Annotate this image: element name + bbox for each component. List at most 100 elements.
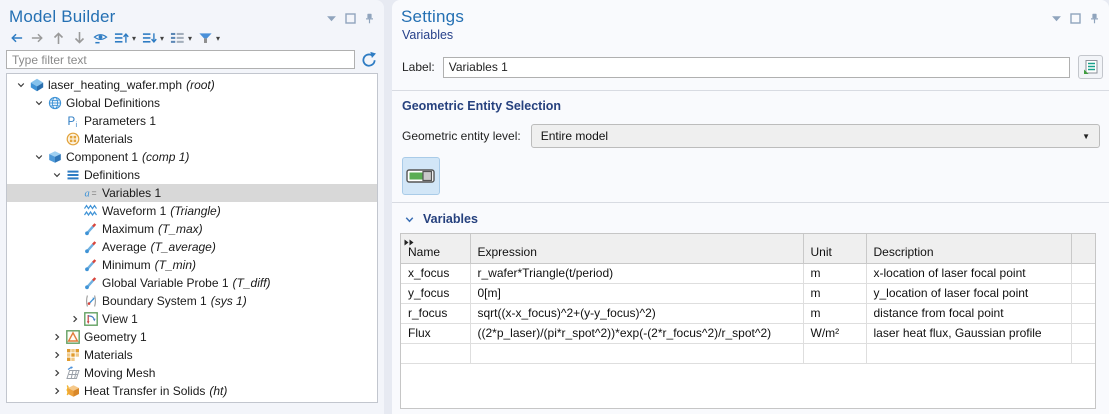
arrow-left-icon[interactable] (7, 30, 25, 46)
cell-description[interactable]: y_location of laser focal point (866, 283, 1071, 303)
tree-item-tag: (T_min) (155, 258, 196, 272)
label-options-button[interactable] (1078, 55, 1103, 79)
cell-name[interactable]: y_focus (401, 283, 470, 303)
arrow-right-icon[interactable] (28, 30, 46, 46)
cell-unit[interactable]: m (803, 263, 866, 283)
pin-icon[interactable] (363, 12, 375, 24)
tree-item-global-variable-probe-1[interactable]: Global Variable Probe 1(T_diff) (7, 274, 377, 292)
tree-item-moving-mesh[interactable]: Moving Mesh (7, 364, 377, 382)
expand-all-icon[interactable] (140, 30, 158, 46)
chevron-down-icon[interactable] (31, 99, 46, 107)
chevron-down-icon[interactable] (49, 171, 64, 179)
cell-description[interactable]: laser heat flux, Gaussian profile (866, 323, 1071, 343)
tree-item-view-1[interactable]: View 1 (7, 310, 377, 328)
chevron-right-icon[interactable] (49, 387, 64, 395)
chevron-right-icon[interactable] (49, 333, 64, 341)
probe-icon (83, 222, 98, 236)
cell-filler (1071, 263, 1095, 283)
tree-item-tag: (sys 1) (211, 294, 247, 308)
settings-panel: Settings Variables Label: Geometric Enti… (392, 0, 1109, 414)
tree-item-definitions[interactable]: Definitions (7, 166, 377, 184)
tree-item-maximum[interactable]: Maximum(T_max) (7, 220, 377, 238)
cell-name[interactable]: r_focus (401, 303, 470, 323)
cell-expression[interactable]: sqrt((x-x_focus)^2+(y-y_focus)^2) (470, 303, 803, 323)
settings-window-icons (1050, 7, 1100, 24)
dropdown-menu-icon[interactable] (1050, 12, 1062, 24)
tree-item-geometry-1[interactable]: Geometry 1 (7, 328, 377, 346)
model-builder-panel: Model Builder ▾▾▾▾ laser_heating_wafer.m… (0, 0, 384, 414)
refresh-icon[interactable] (360, 51, 378, 69)
tree-item-label: Materials (84, 132, 133, 146)
double-arrow-row-marker-icon (404, 236, 415, 248)
cell-expression[interactable]: 0[m] (470, 283, 803, 303)
show-eye-icon[interactable] (91, 30, 109, 46)
tree-item-boundary-system-1[interactable]: Boundary System 1(sys 1) (7, 292, 377, 310)
tree-item-waveform-1[interactable]: Waveform 1(Triangle) (7, 202, 377, 220)
label-input[interactable] (443, 57, 1070, 78)
filter-funnel-icon[interactable] (196, 30, 214, 46)
cell-unit[interactable]: m (803, 283, 866, 303)
arrow-down-icon[interactable] (70, 30, 88, 46)
model-root-icon (29, 78, 44, 92)
cell-filler (1071, 343, 1095, 363)
chevron-down-icon[interactable] (13, 81, 28, 89)
tree-item-minimum[interactable]: Minimum(T_min) (7, 256, 377, 274)
variables-section-header[interactable]: Variables (402, 210, 1109, 228)
cell-description[interactable]: distance from focal point (866, 303, 1071, 323)
tree-item-label: Variables 1 (102, 186, 161, 200)
tree-item-label: View 1 (102, 312, 138, 326)
tree-item-materials[interactable]: Materials (7, 130, 377, 148)
tree-item-component-1[interactable]: Component 1(comp 1) (7, 148, 377, 166)
dropdown-caret-icon[interactable]: ▾ (216, 34, 220, 43)
geometric-entity-section-title: Geometric Entity Selection (402, 99, 1109, 113)
tree-item-laser-heating-wafer-mph[interactable]: laser_heating_wafer.mph(root) (7, 76, 377, 94)
geometric-entity-level-select[interactable]: Entire model ▼ (531, 124, 1100, 148)
pin-icon[interactable] (1088, 12, 1100, 24)
float-window-icon[interactable] (1069, 12, 1081, 24)
cell-description[interactable]: x-location of laser focal point (866, 263, 1071, 283)
dropdown-menu-icon[interactable] (325, 12, 337, 24)
cell-expression[interactable] (470, 343, 803, 363)
chevron-right-icon[interactable] (67, 315, 82, 323)
cell-name[interactable]: x_focus (401, 263, 470, 283)
tree-item-variables-1[interactable]: a=Variables 1 (7, 184, 377, 202)
chevron-down-icon[interactable] (31, 153, 46, 161)
tree-item-label: Moving Mesh (84, 366, 155, 380)
cell-expression[interactable]: r_wafer*Triangle(t/period) (470, 263, 803, 283)
cell-unit[interactable]: W/m² (803, 323, 866, 343)
active-selection-toggle-button[interactable] (402, 157, 440, 195)
probe-icon (83, 258, 98, 272)
tree-item-tag: (T_average) (150, 240, 215, 254)
tree-item-materials[interactable]: Materials (7, 346, 377, 364)
tree-item-label: Definitions (84, 168, 140, 182)
column-header-expression: Expression (470, 234, 803, 263)
collapse-all-icon[interactable] (112, 30, 130, 46)
tree-item-parameters-1[interactable]: PiParameters 1 (7, 112, 377, 130)
cell-name[interactable] (401, 343, 470, 363)
node-text-icon[interactable] (168, 30, 186, 46)
tree-item-tag: (ht) (209, 384, 227, 398)
tree-filter-input[interactable] (6, 50, 355, 69)
tree-item-label: Global Definitions (66, 96, 160, 110)
cell-unit[interactable] (803, 343, 866, 363)
tree-item-label: Geometry 1 (84, 330, 147, 344)
arrow-up-icon[interactable] (49, 30, 67, 46)
cell-description[interactable] (866, 343, 1071, 363)
dropdown-caret-icon[interactable]: ▾ (188, 34, 192, 43)
cell-expression[interactable]: ((2*p_laser)/(pi*r_spot^2))*exp(-(2*r_fo… (470, 323, 803, 343)
float-window-icon[interactable] (344, 12, 356, 24)
tree-item-tag: (T_max) (158, 222, 203, 236)
tree-item-heat-transfer-in-solids[interactable]: Heat Transfer in Solids(ht) (7, 382, 377, 400)
tree-item-tag: (comp 1) (142, 150, 189, 164)
chevron-right-icon[interactable] (49, 369, 64, 377)
parameters-icon: Pi (65, 114, 80, 128)
dropdown-caret-icon[interactable]: ▾ (132, 34, 136, 43)
tree-item-global-definitions[interactable]: Global Definitions (7, 94, 377, 112)
tree-item-average[interactable]: Average(T_average) (7, 238, 377, 256)
component-icon (47, 150, 62, 164)
cell-name[interactable]: Flux (401, 323, 470, 343)
cell-unit[interactable]: m (803, 303, 866, 323)
dropdown-caret-icon[interactable]: ▾ (160, 34, 164, 43)
chevron-right-icon[interactable] (49, 351, 64, 359)
cell-filler (1071, 323, 1095, 343)
